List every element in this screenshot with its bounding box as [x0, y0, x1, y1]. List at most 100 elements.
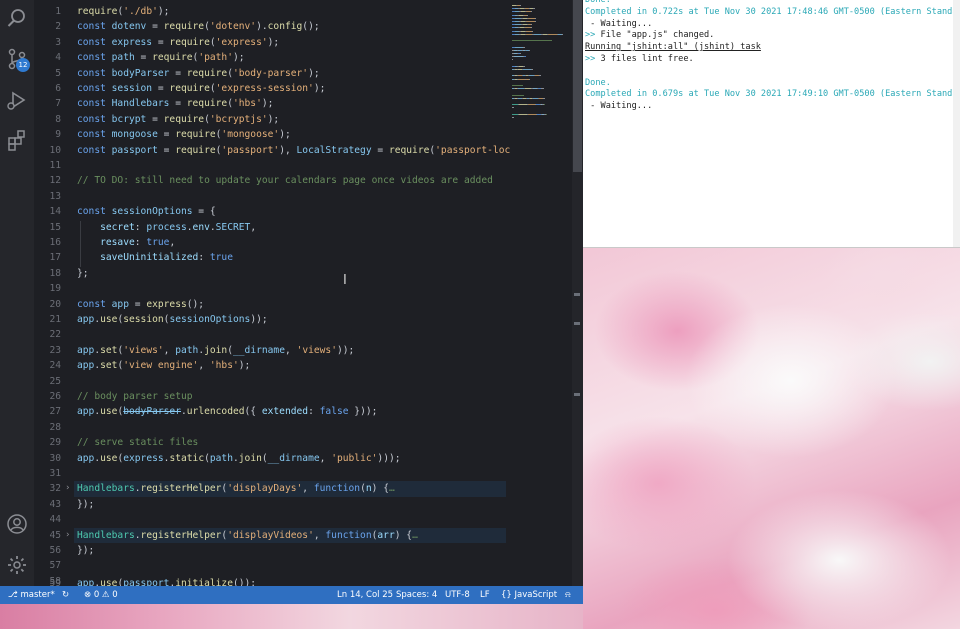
run-debug-icon[interactable]: [5, 88, 29, 112]
code-line[interactable]: 2 const dotenv = require('dotenv').config…: [34, 19, 510, 34]
code-line[interactable]: 10 const passport = require('passport'), …: [34, 143, 510, 158]
code-line[interactable]: 56});: [34, 543, 510, 558]
code-line[interactable]: 8 const bcrypt = require('bcryptjs');: [34, 112, 510, 127]
code-line[interactable]: 31: [34, 466, 510, 481]
code-line[interactable]: 25: [34, 374, 510, 389]
code-token: path: [175, 344, 199, 356]
eol-status[interactable]: LF: [480, 586, 490, 604]
code-line[interactable]: 7 const Handlebars = require('hbs');: [34, 96, 510, 111]
code-line[interactable]: 23 app.set('views', path.join(__dirname, …: [34, 343, 510, 358]
minimap-token: [535, 21, 536, 22]
terminal-window[interactable]: Done. Completed in 0.722s at Tue Nov 30 2…: [583, 0, 960, 248]
terminal-line: Completed in 0.679s at Tue Nov 30 2021 1…: [585, 89, 960, 100]
terminal-line: >> File "app.js" changed.: [585, 30, 714, 42]
code-line[interactable]: 20 const app = express();: [34, 297, 510, 312]
minimap-token: [546, 113, 547, 115]
code-text: });: [77, 543, 94, 558]
line-number: 13: [49, 190, 61, 202]
code-line[interactable]: 30 app.use(express.static(path.join(__dir…: [34, 451, 510, 466]
code-line[interactable]: › 32 Handlebars.registerHelper('displayDay…: [34, 481, 510, 497]
line-number: 9: [55, 129, 61, 141]
code-line[interactable]: 21 app.use(session(sessionOptions));: [34, 312, 510, 327]
code-token: const: [77, 36, 112, 48]
code-line[interactable]: 11: [34, 158, 510, 173]
code-line[interactable]: 57: [34, 558, 510, 573]
code-line[interactable]: 6 const session = require('express-sessio…: [34, 81, 510, 96]
code-token: session: [123, 314, 164, 325]
minimap[interactable]: [510, 0, 572, 586]
code-text: require('./db');: [77, 4, 169, 19]
code-token: =: [146, 21, 164, 33]
branch-status[interactable]: ⎇ master*: [8, 586, 55, 604]
account-icon[interactable]: [5, 512, 29, 536]
mouse-ibeam-cursor: I: [343, 273, 347, 288]
code-line[interactable]: 43});: [34, 497, 510, 512]
code-token: registerHelper: [140, 483, 222, 495]
code-line[interactable]: 22: [34, 327, 510, 342]
code-line[interactable]: 12 // TO DO: still need to update your ca…: [34, 173, 510, 188]
minimap-token: [523, 69, 531, 70]
branch-name: master*: [20, 590, 55, 600]
code-token: ,: [284, 344, 297, 356]
indentation-status[interactable]: Spaces: 4: [396, 586, 437, 604]
terminal-scrollbar[interactable]: [953, 0, 960, 247]
sync-icon[interactable]: ↻: [62, 586, 69, 604]
code-text: app.use(session(sessionOptions));: [77, 312, 268, 327]
fold-chevron-icon[interactable]: ›: [65, 528, 70, 543]
code-token: require: [186, 67, 228, 79]
editor-scrollbar[interactable]: [572, 0, 583, 586]
notifications-bell-icon[interactable]: ⍾: [565, 586, 571, 604]
code-line[interactable]: 18};: [34, 266, 510, 281]
code-token: );: [261, 98, 274, 110]
code-token: ,: [313, 529, 326, 541]
code-line[interactable]: 28: [34, 420, 510, 435]
code-token: const: [77, 144, 112, 156]
extensions-icon[interactable]: [5, 128, 29, 152]
line-number: 17: [49, 252, 61, 264]
code-line[interactable]: 19: [34, 281, 510, 296]
code-line[interactable]: 5 const bodyParser = require('body-parser…: [34, 66, 510, 81]
code-line[interactable]: 3 const express = require('express');: [34, 35, 510, 50]
problems-status[interactable]: ⊗ 0 ⚠ 0: [84, 586, 118, 604]
code-token: …: [388, 483, 395, 495]
code-line[interactable]: 27 app.use(bodyParser.urlencoded({ extend…: [34, 404, 510, 419]
search-icon[interactable]: [5, 6, 29, 30]
code-line[interactable]: 29 // serve static files: [34, 435, 510, 450]
scrollbar-thumb[interactable]: [573, 0, 582, 172]
code-line[interactable]: 4 const path = require('path');: [34, 50, 510, 65]
line-number: 59: [49, 578, 61, 586]
fold-chevron-icon[interactable]: ›: [65, 481, 70, 496]
code-text: };: [77, 266, 89, 281]
minimap-token: [528, 113, 536, 115]
code-line[interactable]: 24 app.set('view engine', 'hbs');: [34, 358, 510, 373]
minimap-token: [534, 33, 541, 35]
code-token: 'hbs': [232, 98, 262, 110]
code-line[interactable]: 1 require('./db');: [34, 4, 510, 19]
minimap-token: [520, 53, 521, 54]
code-line[interactable]: 14 const sessionOptions = {: [34, 204, 510, 219]
code-line[interactable]: 59 app.use(passport.initialize());: [34, 576, 510, 586]
line-number: 22: [49, 329, 61, 341]
code-token: ).: [256, 21, 268, 33]
code-line[interactable]: 13: [34, 189, 510, 204]
code-line[interactable]: 44: [34, 512, 510, 527]
code-line[interactable]: 26 // body parser setup: [34, 389, 510, 404]
code-line[interactable]: 16 resave: true,: [34, 235, 510, 250]
code-token: require: [388, 144, 430, 156]
code-token: session: [111, 83, 153, 94]
code-token: app: [111, 298, 129, 310]
code-line[interactable]: 17 saveUninitialized: true: [34, 250, 510, 265]
code-text: app.use(bodyParser.urlencoded({ extended…: [77, 404, 377, 419]
code-token: =: [371, 144, 389, 156]
encoding-status[interactable]: UTF-8: [445, 586, 470, 604]
code-editor[interactable]: 1 require('./db'); 2 const dotenv = require…: [34, 0, 510, 586]
code-token: './db': [123, 6, 158, 17]
terminal-line: Running "jshint:all" (jshint) task: [585, 42, 761, 53]
code-token: __dirname: [233, 344, 285, 356]
language-mode-status[interactable]: {} JavaScript: [501, 586, 557, 604]
code-line[interactable]: 9 const mongoose = require('mongoose');: [34, 127, 510, 142]
cursor-position-status[interactable]: Ln 14, Col 25: [337, 586, 393, 604]
code-line[interactable]: › 45 Handlebars.registerHelper('displayVid…: [34, 527, 510, 543]
gear-icon[interactable]: [5, 553, 29, 577]
code-line[interactable]: 15 secret: process.env.SECRET,: [34, 220, 510, 235]
